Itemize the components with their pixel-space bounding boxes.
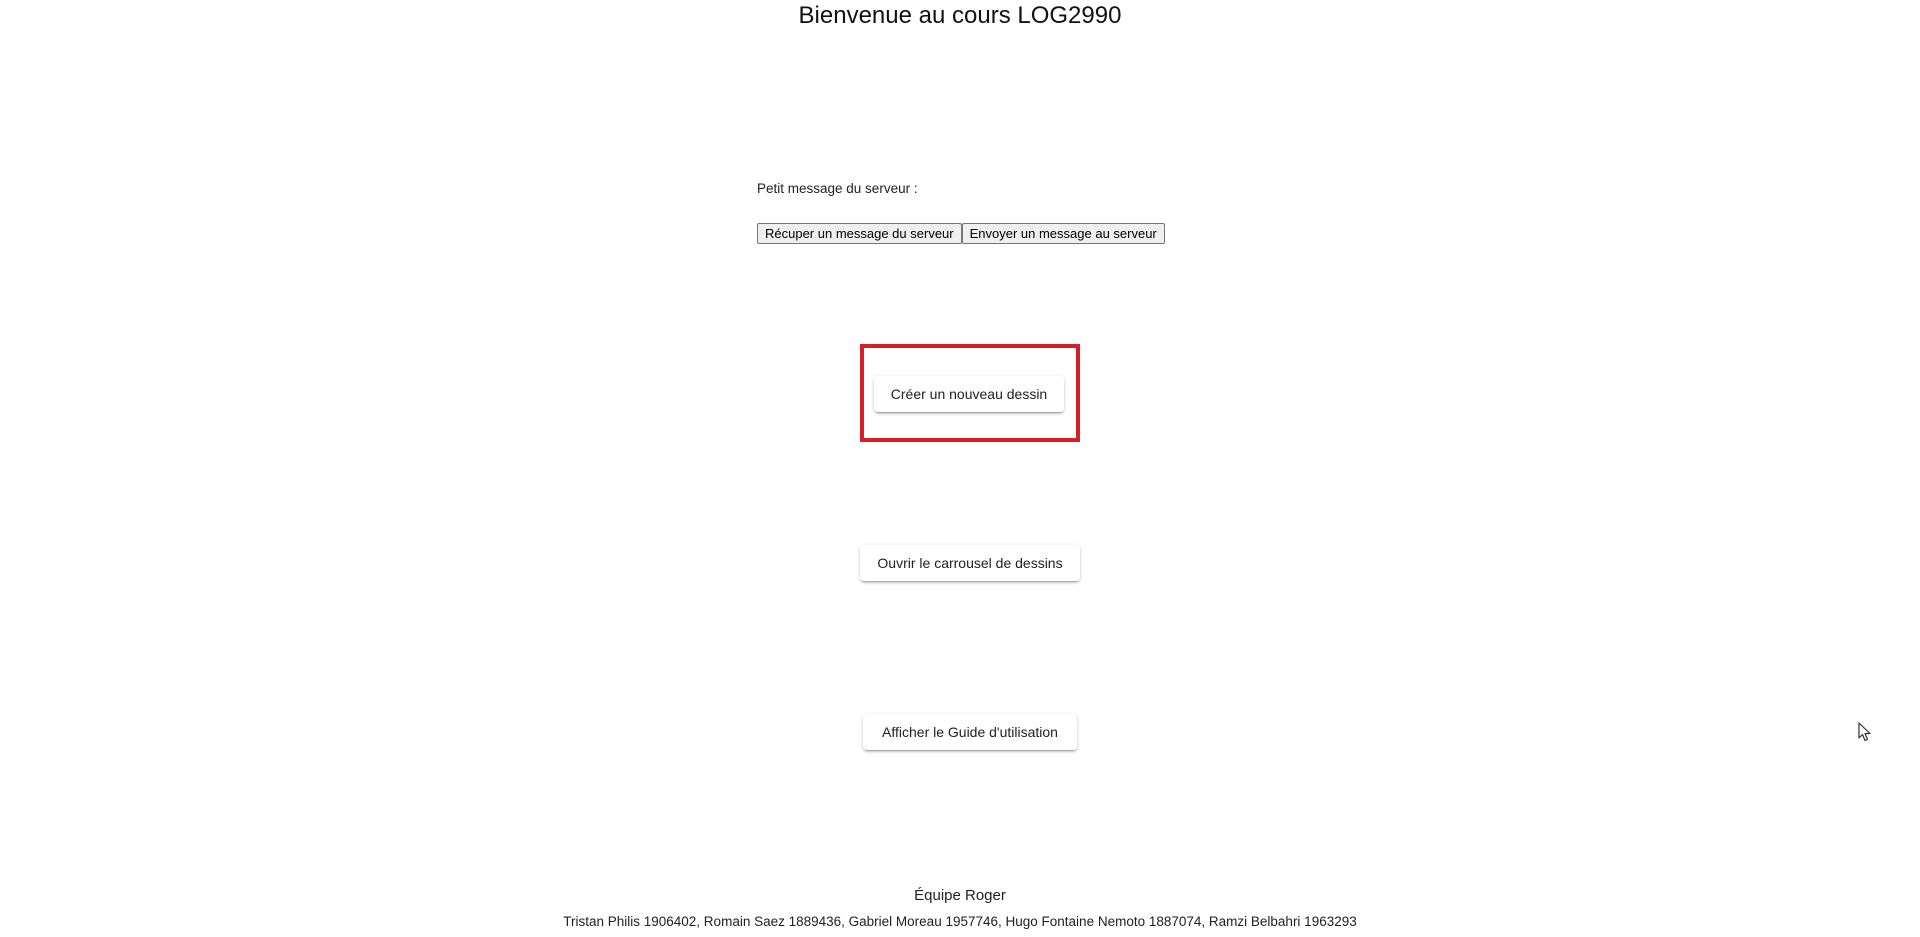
home-page: Bienvenue au cours LOG2990 Petit message… [0, 0, 1920, 937]
show-guide-button[interactable]: Afficher le Guide d'utilisation [863, 714, 1077, 750]
open-carousel-button[interactable]: Ouvrir le carrousel de dessins [860, 545, 1080, 581]
mouse-pointer-icon [1858, 722, 1871, 742]
page-title: Bienvenue au cours LOG2990 [798, 2, 1122, 29]
server-buttons: Récuper un message du serveur Envoyer un… [757, 223, 1165, 244]
fetch-server-message-button[interactable]: Récuper un message du serveur [757, 223, 962, 244]
server-message-label: Petit message du serveur : [757, 181, 918, 196]
team-members: Tristan Philis 1906402, Romain Saez 1889… [563, 914, 1357, 929]
team-name: Équipe Roger [914, 887, 1006, 904]
new-drawing-button[interactable]: Créer un nouveau dessin [874, 376, 1064, 412]
send-server-message-button[interactable]: Envoyer un message au serveur [961, 223, 1165, 244]
